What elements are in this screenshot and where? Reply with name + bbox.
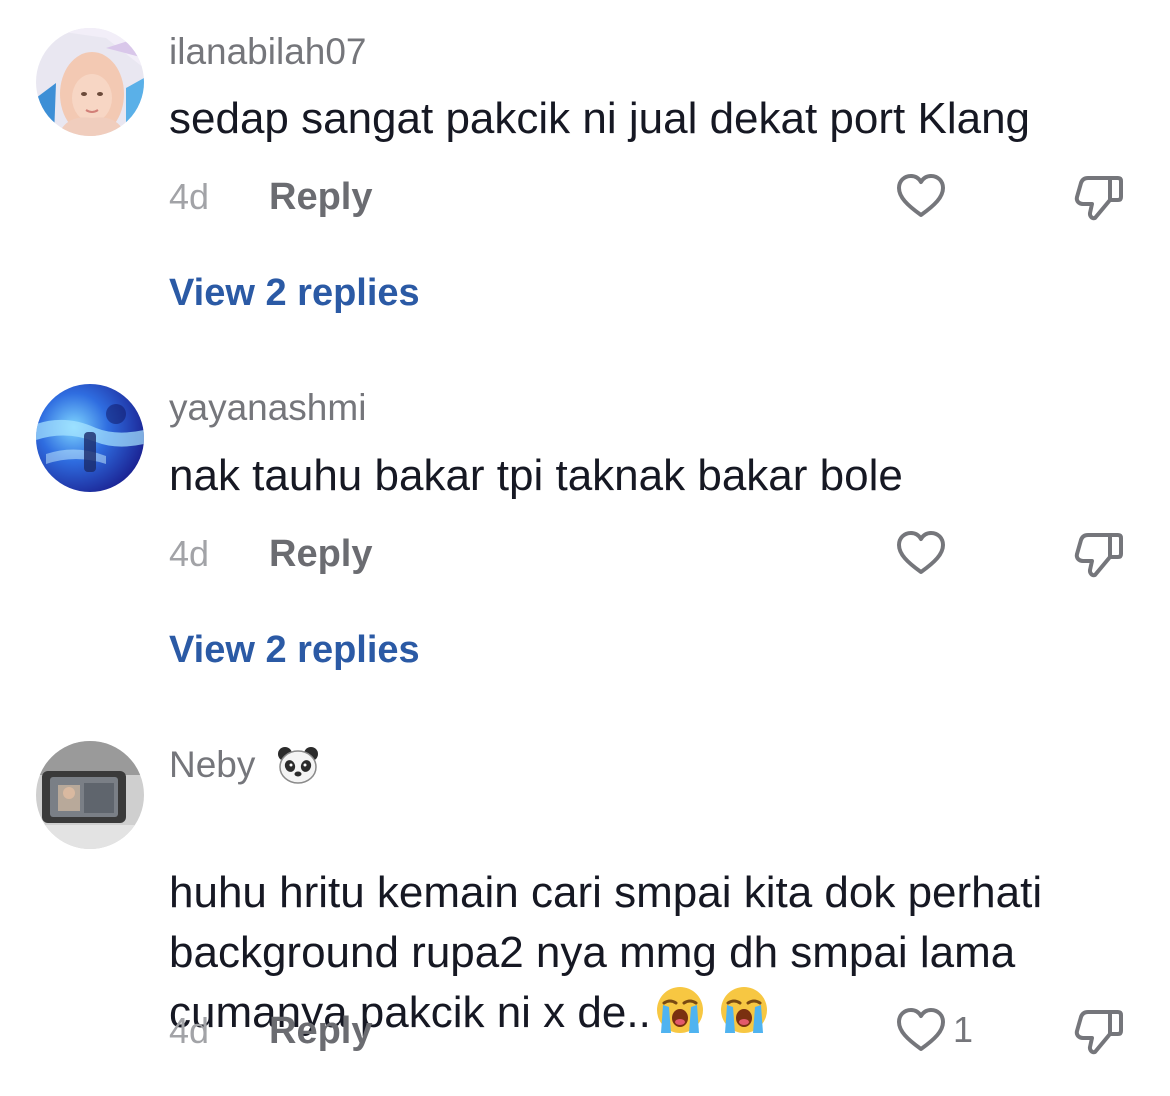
timestamp: 4d: [169, 533, 210, 574]
view-replies-link[interactable]: View 2 replies: [169, 272, 420, 315]
panda-icon: [276, 745, 320, 795]
loudly-crying-face-icon: [717, 985, 771, 1051]
like-button[interactable]: 1: [893, 1002, 973, 1058]
dislike-button[interactable]: [1070, 1002, 1126, 1058]
username[interactable]: yayanashmi: [169, 386, 366, 430]
thumbs-down-icon: [1074, 176, 1123, 221]
view-replies-link[interactable]: View 2 replies: [169, 629, 420, 672]
comment-meta: 4d Reply: [169, 532, 372, 576]
reply-button[interactable]: Reply: [269, 1010, 372, 1053]
heart-icon: [897, 531, 945, 574]
username[interactable]: Neby: [169, 743, 320, 795]
username-text: Neby: [169, 744, 256, 785]
comment-text: nak tauhu bakar tpi taknak bakar bole: [169, 451, 903, 500]
username[interactable]: ilanabilah07: [169, 30, 367, 74]
heart-icon: [897, 174, 945, 217]
reply-button[interactable]: Reply: [269, 176, 372, 219]
comment-text: sedap sangat pakcik ni jual dekat port K…: [169, 94, 1031, 143]
reply-button[interactable]: Reply: [269, 533, 372, 576]
like-count: 1: [953, 1009, 974, 1050]
like-button[interactable]: [893, 168, 953, 224]
heart-icon: [897, 1008, 945, 1051]
dislike-button[interactable]: [1070, 168, 1126, 224]
avatar[interactable]: [36, 28, 144, 136]
dislike-button[interactable]: [1070, 525, 1126, 581]
like-button[interactable]: [893, 525, 953, 581]
comment-meta: 4d Reply: [169, 175, 372, 219]
timestamp: 4d: [169, 176, 210, 217]
avatar[interactable]: [36, 384, 144, 492]
comment-meta: 4d Reply: [169, 1009, 372, 1053]
loudly-crying-face-icon: [653, 985, 707, 1051]
thumbs-down-icon: [1074, 1010, 1123, 1055]
avatar[interactable]: [36, 741, 144, 849]
thumbs-down-icon: [1074, 533, 1123, 578]
timestamp: 4d: [169, 1010, 210, 1051]
